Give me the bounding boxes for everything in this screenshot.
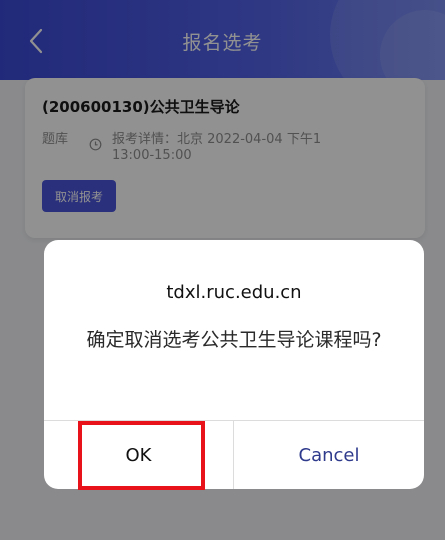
ok-button[interactable]: OK — [44, 421, 233, 489]
cancel-button[interactable]: Cancel — [234, 421, 424, 489]
dialog-message: 确定取消选考公共卫生导论课程吗? — [86, 329, 382, 351]
dialog-host: tdxl.ruc.edu.cn — [166, 282, 302, 303]
confirm-dialog: tdxl.ruc.edu.cn 确定取消选考公共卫生导论课程吗? OK Canc… — [44, 240, 424, 489]
